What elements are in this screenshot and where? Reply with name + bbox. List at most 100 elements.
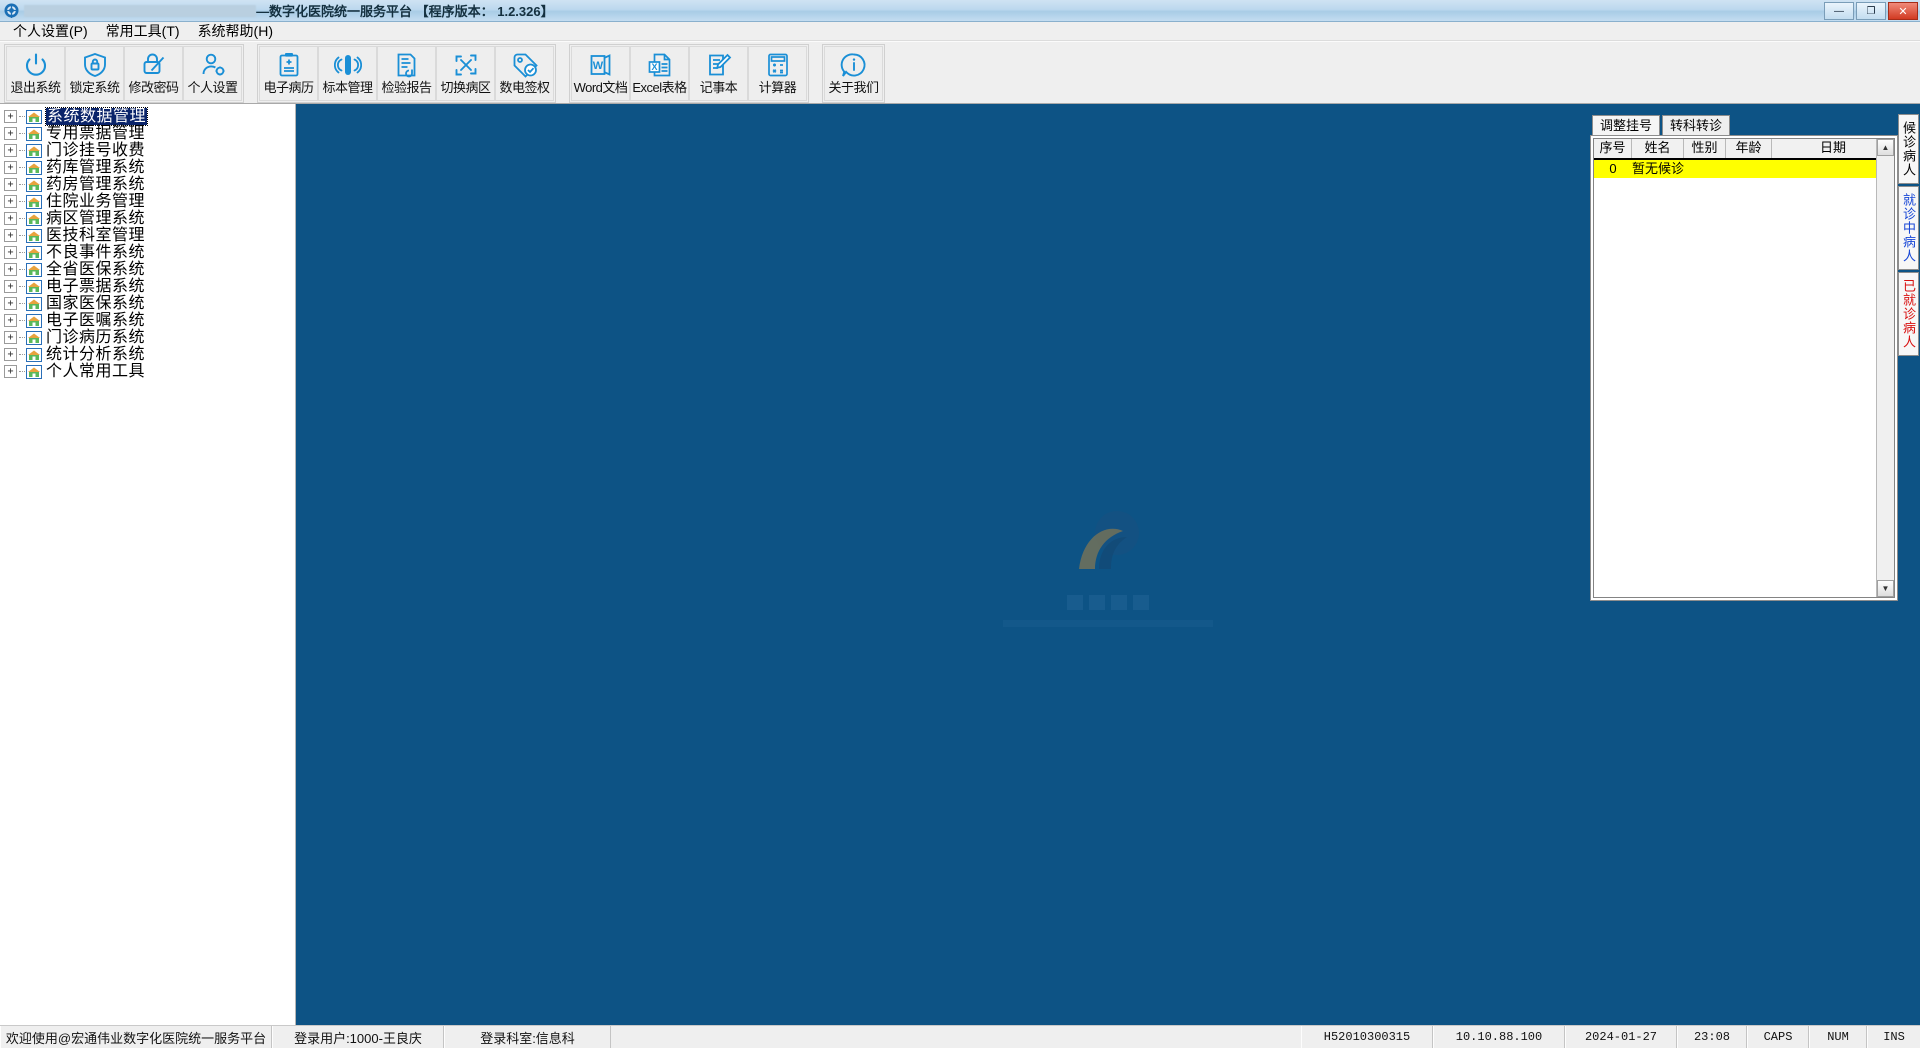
tree-item-3[interactable]: + 药库管理系统	[4, 159, 295, 176]
window-controls: — ❐ ✕	[1824, 2, 1918, 20]
expander-icon[interactable]: +	[4, 331, 17, 344]
title-redacted-block	[24, 4, 256, 17]
toolbar-button-exit-system[interactable]: 退出系统	[6, 46, 65, 101]
tab-transfer-referral[interactable]: 转科转诊	[1662, 115, 1731, 136]
menu-common-tools[interactable]: 常用工具(T)	[97, 22, 189, 40]
cell-age	[1726, 160, 1772, 178]
tree-item-7[interactable]: + 医技科室管理	[4, 227, 295, 244]
expander-icon[interactable]: +	[4, 246, 17, 259]
toolbar-button-switch-ward[interactable]: 切换病区	[436, 46, 495, 101]
side-tab-completed-patients[interactable]: 已就诊病人	[1898, 272, 1919, 356]
toolbar-button-calculator[interactable]: 计算器	[748, 46, 807, 101]
toolbar-label: 修改密码	[128, 80, 179, 95]
toolbar-button-excel[interactable]: X Excel表格	[630, 46, 689, 101]
expander-icon[interactable]: +	[4, 127, 17, 140]
toolbar-button-lock-system[interactable]: 锁定系统	[65, 46, 124, 101]
tree-item-5[interactable]: + 住院业务管理	[4, 193, 295, 210]
tree-connector	[19, 336, 25, 339]
expander-icon[interactable]: +	[4, 110, 17, 123]
calculator-icon	[764, 50, 792, 80]
module-icon	[26, 228, 42, 243]
tree-item-9[interactable]: + 全省医保系统	[4, 261, 295, 278]
tree-item-2[interactable]: + 门诊挂号收费	[4, 142, 295, 159]
scroll-down-button[interactable]: ▼	[1877, 580, 1894, 597]
e-signature-tag-icon	[511, 50, 539, 80]
expander-icon[interactable]: +	[4, 280, 17, 293]
toolbar-button-e-signature[interactable]: 数电签权	[495, 46, 554, 101]
close-button[interactable]: ✕	[1888, 2, 1918, 20]
tree-connector	[19, 268, 25, 271]
module-icon	[26, 160, 42, 175]
toolbar-button-notepad[interactable]: 记事本	[689, 46, 748, 101]
tree-item-label: 门诊挂号收费	[46, 142, 146, 159]
toolbar-label: 电子病历	[263, 80, 314, 95]
maximize-button[interactable]: ❐	[1856, 2, 1886, 20]
module-icon	[26, 109, 42, 124]
minimize-button[interactable]: —	[1824, 2, 1854, 20]
expander-icon[interactable]: +	[4, 144, 17, 157]
toolbar-button-specimen[interactable]: 标本管理	[318, 46, 377, 101]
window-title-text: —数字化医院统一服务平台 【程序版本： 1.2.326】	[256, 4, 554, 19]
app-logo-icon	[4, 3, 19, 18]
toolbar-button-lab-report[interactable]: 检验报告	[377, 46, 436, 101]
vertical-scrollbar[interactable]: ▲ ▼	[1876, 139, 1894, 597]
toolbar-label: 退出系统	[10, 80, 61, 95]
toolbar-button-personal-settings[interactable]: 个人设置	[183, 46, 242, 101]
title-bar: —数字化医院统一服务平台 【程序版本： 1.2.326】 — ❐ ✕	[0, 0, 1920, 22]
tree-connector	[19, 234, 25, 237]
menu-system-help[interactable]: 系统帮助(H)	[189, 22, 282, 40]
expander-icon[interactable]: +	[4, 195, 17, 208]
expander-icon[interactable]: +	[4, 161, 17, 174]
tree-item-14[interactable]: + 统计分析系统	[4, 346, 295, 363]
tree-connector	[19, 200, 25, 203]
tree-item-6[interactable]: + 病区管理系统	[4, 210, 295, 227]
tree-item-12[interactable]: + 电子医嘱系统	[4, 312, 295, 329]
patient-grid[interactable]: 序号 姓名 性别 年龄 日期 0 暂无候诊 ▲ ▼	[1593, 138, 1895, 598]
shield-lock-icon	[81, 50, 109, 80]
tree-item-4[interactable]: + 药房管理系统	[4, 176, 295, 193]
menu-personal-settings[interactable]: 个人设置(P)	[4, 22, 97, 40]
toolbar-button-about-us[interactable]: 关于我们	[824, 46, 883, 101]
expander-icon[interactable]: +	[4, 178, 17, 191]
tree-item-8[interactable]: + 不良事件系统	[4, 244, 295, 261]
notepad-icon	[705, 50, 733, 80]
watermark-bars	[1003, 594, 1213, 610]
tree-item-11[interactable]: + 国家医保系统	[4, 295, 295, 312]
module-icon	[26, 330, 42, 345]
module-icon	[26, 194, 42, 209]
module-icon	[26, 364, 42, 379]
module-icon	[26, 211, 42, 226]
tree-connector	[19, 217, 25, 220]
expander-icon[interactable]: +	[4, 263, 17, 276]
status-ip-address: 10.10.88.100	[1433, 1026, 1565, 1048]
expander-icon[interactable]: +	[4, 297, 17, 310]
tree-connector	[19, 183, 25, 186]
tree-item-13[interactable]: + 门诊病历系统	[4, 329, 295, 346]
tree-connector	[19, 251, 25, 254]
scroll-up-button[interactable]: ▲	[1877, 139, 1894, 156]
tree-item-10[interactable]: + 电子票据系统	[4, 278, 295, 295]
expander-icon[interactable]: +	[4, 212, 17, 225]
side-tab-strip: 候诊病人 就诊中病人 已就诊病人	[1898, 114, 1920, 358]
side-tab-in-consultation-patients[interactable]: 就诊中病人	[1898, 186, 1919, 270]
toolbar-button-emr[interactable]: 电子病历	[259, 46, 318, 101]
expander-icon[interactable]: +	[4, 348, 17, 361]
toolbar-separator	[247, 44, 257, 103]
module-tree[interactable]: + 系统数据管理 + 专用票据管理 + 门诊挂号收费 + 药库管理系统 + 药房…	[0, 104, 296, 1025]
expander-icon[interactable]: +	[4, 314, 17, 327]
tree-item-0[interactable]: + 系统数据管理	[4, 107, 295, 126]
table-row[interactable]: 0 暂无候诊	[1594, 160, 1894, 178]
tab-adjust-registration[interactable]: 调整挂号	[1592, 115, 1661, 136]
side-tab-waiting-patients[interactable]: 候诊病人	[1898, 114, 1919, 184]
tree-item-15[interactable]: + 个人常用工具	[4, 363, 295, 380]
expander-icon[interactable]: +	[4, 365, 17, 378]
toolbar-button-word[interactable]: W Word文档	[571, 46, 630, 101]
tree-item-label: 统计分析系统	[46, 346, 146, 363]
toolbar-button-change-password[interactable]: 修改密码	[124, 46, 183, 101]
expander-icon[interactable]: +	[4, 229, 17, 242]
tree-item-1[interactable]: + 专用票据管理	[4, 125, 295, 142]
module-icon	[26, 245, 42, 260]
tree-item-label: 药房管理系统	[46, 176, 146, 193]
toolbar-label: 个人设置	[187, 80, 238, 95]
tree-connector	[19, 166, 25, 169]
